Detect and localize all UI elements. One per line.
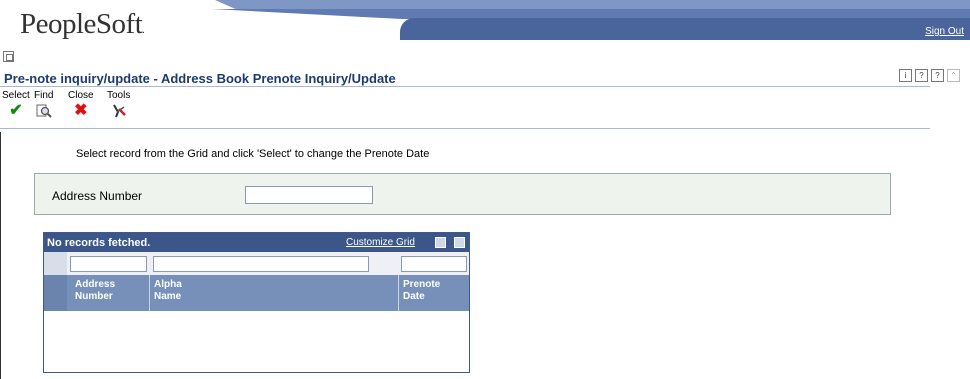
filter-panel: Address Number bbox=[34, 173, 891, 215]
context-help-icon[interactable]: ? bbox=[931, 69, 944, 82]
header-gutter bbox=[44, 275, 67, 311]
address-number-label: Address Number bbox=[52, 189, 143, 203]
title-rule bbox=[0, 86, 930, 87]
customize-grid-link[interactable]: Customize Grid bbox=[346, 237, 415, 248]
close-button[interactable]: Close ✖ bbox=[68, 90, 94, 119]
instruction-text: Select record from the Grid and click 'S… bbox=[76, 148, 430, 160]
find-button[interactable]: Find bbox=[34, 90, 53, 123]
expand-grid-icon[interactable] bbox=[454, 237, 465, 248]
tools-icon bbox=[107, 103, 130, 123]
column-header-row: Address Number Alpha Name Prenote Date bbox=[44, 275, 469, 311]
address-number-input[interactable] bbox=[245, 186, 373, 204]
help-icons: i?? ⌃ bbox=[896, 69, 960, 82]
help-icon[interactable]: ? bbox=[915, 69, 928, 82]
qbe-row bbox=[44, 252, 469, 275]
qbe-prenote-date[interactable] bbox=[401, 256, 467, 272]
export-icon[interactable] bbox=[435, 237, 446, 248]
restore-window-icon[interactable] bbox=[3, 51, 14, 62]
toolbar-rule bbox=[0, 128, 930, 129]
info-icon[interactable]: i bbox=[899, 69, 912, 82]
qbe-gutter bbox=[44, 252, 67, 275]
column-address-number[interactable]: Address Number bbox=[75, 279, 115, 303]
sign-out-link[interactable]: Sign Out bbox=[925, 26, 964, 37]
qbe-alpha-name[interactable] bbox=[153, 256, 369, 272]
peoplesoft-logo: PeopleSoft. bbox=[20, 8, 145, 40]
column-separator bbox=[398, 275, 399, 311]
grid-header: No records fetched. Customize Grid bbox=[44, 233, 469, 252]
header-band-light bbox=[215, 0, 970, 10]
grid-status: No records fetched. bbox=[47, 237, 151, 249]
results-grid: No records fetched. Customize Grid Addre… bbox=[43, 232, 470, 373]
find-icon bbox=[34, 103, 53, 123]
close-icon: ✖ bbox=[74, 102, 88, 119]
column-alpha-name[interactable]: Alpha Name bbox=[154, 279, 182, 303]
tools-button[interactable]: Tools bbox=[107, 90, 130, 123]
check-icon: ✔ bbox=[9, 102, 23, 119]
column-prenote-date[interactable]: Prenote Date bbox=[403, 279, 440, 303]
header-band bbox=[400, 18, 970, 40]
column-separator bbox=[149, 275, 150, 311]
scroll-up-icon[interactable]: ⌃ bbox=[947, 69, 960, 82]
content-left-border bbox=[0, 132, 1, 379]
select-button[interactable]: Select ✔ bbox=[2, 90, 30, 119]
page-title: Pre-note inquiry/update - Address Book P… bbox=[4, 71, 396, 86]
qbe-address-number[interactable] bbox=[70, 256, 147, 272]
